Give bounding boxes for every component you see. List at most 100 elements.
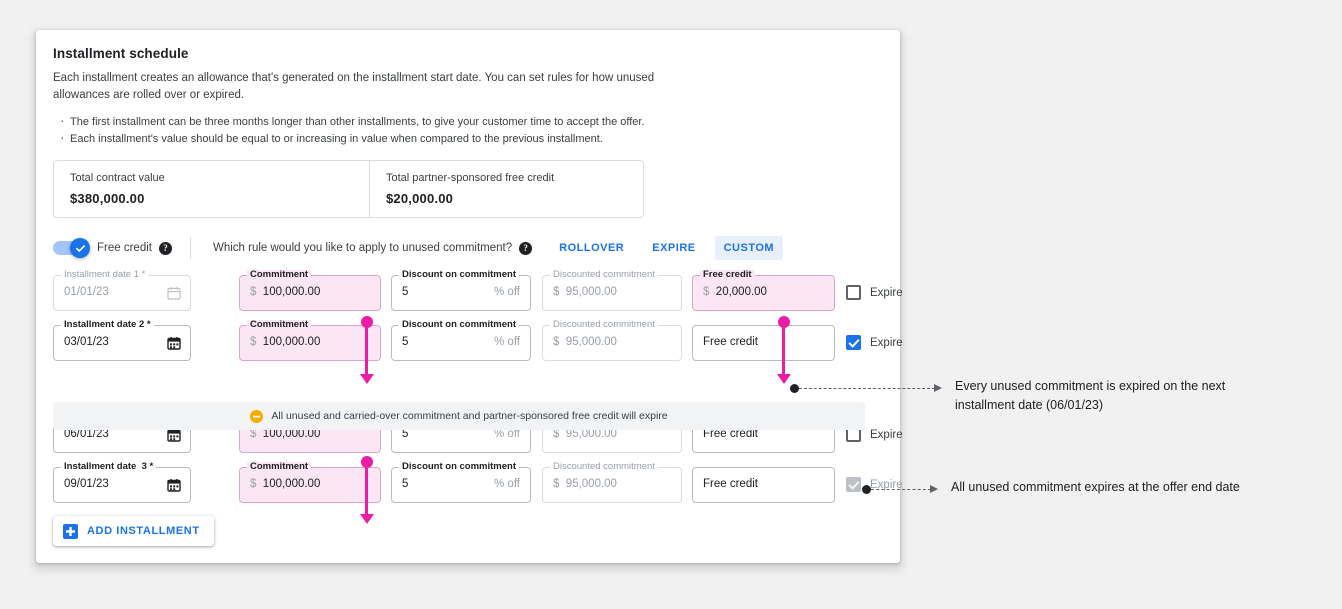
add-installment-button[interactable]: ADD INSTALLMENT xyxy=(53,516,214,546)
callout-offer-end-date: All unused commitment expires at the off… xyxy=(862,481,1240,497)
commitment-label-4: Commitment xyxy=(247,462,311,472)
commitment-field-1[interactable]: Commitment $ 100,000.00 xyxy=(239,275,381,311)
callout-dashed-line xyxy=(799,388,935,389)
discount-field-1[interactable]: Discount on commitment 5 % off xyxy=(391,275,531,311)
installment-date-label-4: Installment date 3 * xyxy=(61,462,156,472)
installment-date-label-1: Installment date 1 * xyxy=(61,270,148,280)
currency-prefix: $ xyxy=(703,286,709,298)
expire-label-2: Expire xyxy=(870,337,903,349)
total-contract-value-label: Total contract value xyxy=(70,171,369,185)
discounted-commitment-field-4: Discounted commitment $ 95,000.00 xyxy=(542,467,682,503)
commitment-field-4[interactable]: Commitment $ 100,000.00 xyxy=(239,467,381,503)
divider xyxy=(190,237,191,259)
total-free-credit-amount: $20,000.00 xyxy=(386,191,643,206)
commitment-value-1: $ 100,000.00 xyxy=(250,286,320,298)
installment-date-value-2: 03/01/23 xyxy=(64,336,109,348)
calendar-icon[interactable] xyxy=(167,336,181,355)
discounted-commitment-label-1: Discounted commitment xyxy=(550,270,658,280)
total-contract-value-cell: Total contract value $380,000.00 xyxy=(54,161,369,217)
expire-label-3: Expire xyxy=(870,429,903,441)
discounted-commitment-field-1: Discounted commitment $ 95,000.00 xyxy=(542,275,682,311)
callout-arrowhead xyxy=(934,384,942,392)
rule-help-icon[interactable]: ? xyxy=(519,242,532,255)
installment-rows: Installment date 1 * 01/01/23 Commitment… xyxy=(53,270,883,512)
discount-value-1: 5 xyxy=(402,286,408,298)
discounted-commitment-label-4: Discounted commitment xyxy=(550,462,658,472)
discount-field-4[interactable]: Discount on commitment 5 % off xyxy=(391,467,531,503)
amount: 95,000.00 xyxy=(566,336,617,348)
connector-arrowhead xyxy=(777,374,791,384)
installment-date-field-4[interactable]: Installment date 3 * 09/01/23 xyxy=(53,467,191,503)
discount-suffix-1: % off xyxy=(494,286,520,298)
currency-prefix: $ xyxy=(250,286,256,298)
amount: 100,000.00 xyxy=(263,286,321,298)
plus-square-icon xyxy=(63,524,78,539)
commitment-field-2[interactable]: Commitment $ 100,000.00 xyxy=(239,325,381,361)
free-credit-placeholder-2: Free credit xyxy=(703,336,758,348)
discount-value-2: 5 xyxy=(402,336,408,348)
toggle-knob xyxy=(70,238,90,258)
expire-label-1: Expire xyxy=(870,287,903,299)
currency-prefix: $ xyxy=(250,478,256,490)
discount-field-2[interactable]: Discount on commitment 5 % off xyxy=(391,325,531,361)
discount-label-1: Discount on commitment xyxy=(399,270,519,280)
list-item: The first installment can be three month… xyxy=(58,114,698,130)
free-credit-field-4[interactable]: Free credit xyxy=(692,467,835,503)
callout-text-1: Every unused commitment is expired on th… xyxy=(955,377,1225,415)
expire-checkbox-row-2[interactable]: Expire xyxy=(846,335,903,350)
free-credit-field-1[interactable]: Free credit $ 20,000.00 xyxy=(692,275,835,311)
commitment-label-2: Commitment xyxy=(247,320,311,330)
installment-schedule-card: Installment schedule Each installment cr… xyxy=(36,30,900,563)
expire-checkbox-2[interactable] xyxy=(846,335,861,350)
currency-prefix: $ xyxy=(553,336,559,348)
currency-prefix: $ xyxy=(553,478,559,490)
totals-panel: Total contract value $380,000.00 Total p… xyxy=(53,160,644,218)
unused-commitment-rule-row: Free credit ? Which rule would you like … xyxy=(53,234,783,262)
discount-value-4: 5 xyxy=(402,478,408,490)
free-credit-value-1: $ 20,000.00 xyxy=(703,286,767,298)
commitment-value-4: $ 100,000.00 xyxy=(250,478,320,490)
callout-expire-banner: Every unused commitment is expired on th… xyxy=(790,380,1225,415)
amount: 95,000.00 xyxy=(566,478,617,490)
callout-anchor-dot xyxy=(862,485,871,494)
discounted-commitment-field-2: Discounted commitment $ 95,000.00 xyxy=(542,325,682,361)
rule-question-label: Which rule would you like to apply to un… xyxy=(213,242,512,254)
free-credit-label-1: Free credit xyxy=(700,270,755,280)
amount: 95,000.00 xyxy=(566,286,617,298)
table-row: Installment date 3 * 09/01/23 xyxy=(53,462,883,512)
commitment-label-1: Commitment xyxy=(247,270,311,280)
expire-checkbox-row-1[interactable]: Expire xyxy=(846,285,903,300)
calendar-icon[interactable] xyxy=(167,286,181,305)
expire-banner: All unused and carried-over commitment a… xyxy=(53,402,865,430)
chip-expire[interactable]: EXPIRE xyxy=(643,236,704,260)
connector-start-dot xyxy=(778,316,790,328)
installment-date-field-2[interactable]: Installment date 2 * 03/01/23 xyxy=(53,325,191,361)
discount-suffix-4: % off xyxy=(494,478,520,490)
free-credit-toggle[interactable] xyxy=(53,241,87,255)
calendar-icon[interactable] xyxy=(167,478,181,497)
check-icon xyxy=(75,243,86,254)
currency-prefix: $ xyxy=(553,286,559,298)
total-free-credit-cell: Total partner-sponsored free credit $20,… xyxy=(369,161,643,217)
connector-start-dot xyxy=(361,456,373,468)
connector-arrowhead xyxy=(360,374,374,384)
total-contract-value-amount: $380,000.00 xyxy=(70,191,369,206)
calendar-icon[interactable] xyxy=(167,428,181,447)
expire-checkbox-4 xyxy=(846,477,861,492)
commitment-value-2: $ 100,000.00 xyxy=(250,336,320,348)
installment-date-field-1[interactable]: Installment date 1 * 01/01/23 xyxy=(53,275,191,311)
discounted-commitment-value-4: $ 95,000.00 xyxy=(553,478,617,490)
free-credit-field-2[interactable]: Free credit xyxy=(692,325,835,361)
minus-circle-icon xyxy=(250,410,263,423)
page-title: Installment schedule xyxy=(53,46,189,61)
amount: 100,000.00 xyxy=(263,336,321,348)
discount-suffix-2: % off xyxy=(494,336,520,348)
chip-custom[interactable]: CUSTOM xyxy=(715,236,783,260)
free-credit-placeholder-4: Free credit xyxy=(703,478,758,490)
callout-dashed-line xyxy=(871,489,931,490)
expire-checkbox-1[interactable] xyxy=(846,285,861,300)
list-item: Each installment's value should be equal… xyxy=(58,131,698,147)
callout-arrowhead xyxy=(930,485,938,493)
free-credit-help-icon[interactable]: ? xyxy=(159,242,172,255)
chip-rollover[interactable]: ROLLOVER xyxy=(550,236,633,260)
